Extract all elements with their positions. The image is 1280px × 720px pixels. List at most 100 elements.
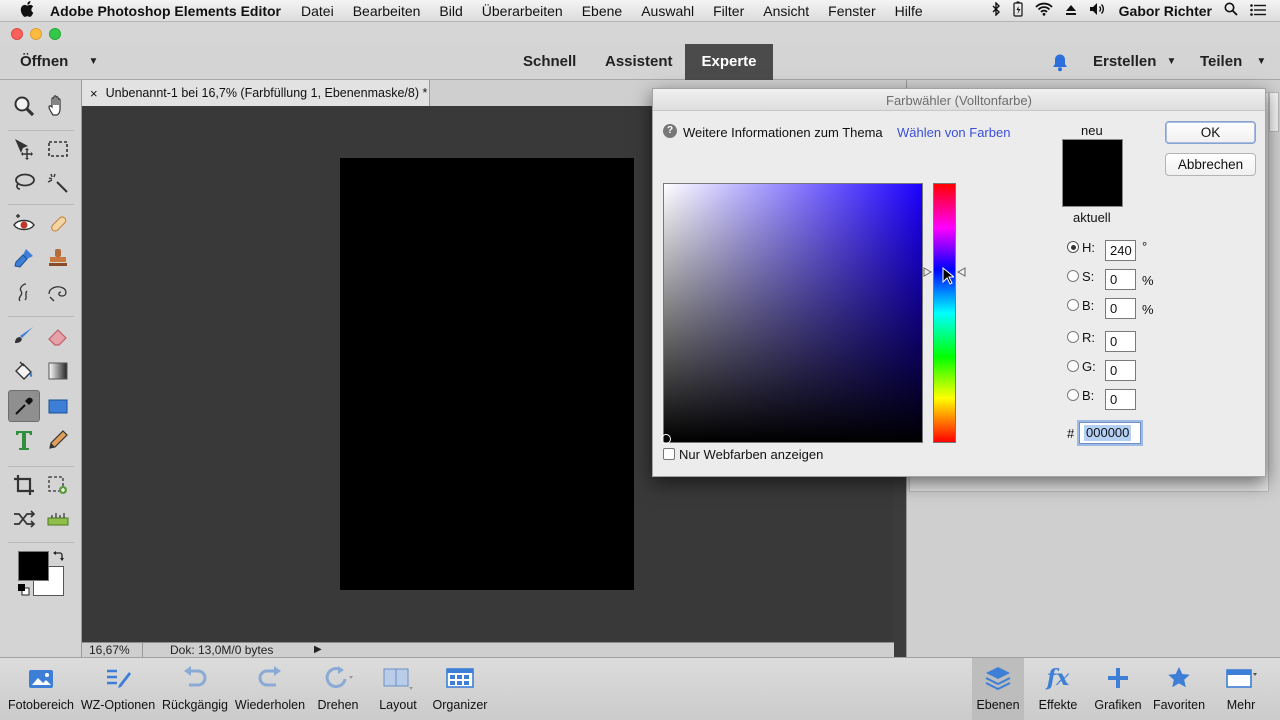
- radio-brightness[interactable]: [1067, 299, 1079, 311]
- hue-slider-right-arrow-icon[interactable]: [956, 265, 966, 280]
- spotlight-search-icon[interactable]: [1224, 2, 1238, 19]
- red-field[interactable]: 0: [1105, 331, 1136, 352]
- webcolors-checkbox[interactable]: [663, 448, 675, 460]
- open-menu-button[interactable]: Öffnen ▼: [20, 44, 98, 80]
- default-colors-icon[interactable]: [17, 583, 30, 599]
- smart-brush-icon[interactable]: [10, 244, 38, 272]
- close-window-button[interactable]: [11, 28, 23, 40]
- app-name-menu[interactable]: Adobe Photoshop Elements Editor: [50, 3, 281, 19]
- notification-center-icon[interactable]: [1250, 3, 1266, 19]
- eraser-tool-icon[interactable]: [44, 322, 72, 350]
- undo-button[interactable]: Rückgängig: [160, 658, 230, 720]
- favorites-panel-button[interactable]: Favoriten: [1150, 658, 1208, 720]
- redo-button[interactable]: Wiederholen: [232, 658, 308, 720]
- panel-scrollbar[interactable]: [1269, 92, 1279, 132]
- clone-stamp-icon[interactable]: [44, 244, 72, 272]
- menu-ansicht[interactable]: Ansicht: [763, 3, 809, 19]
- healing-brush-icon[interactable]: [44, 210, 72, 238]
- color-field-marker[interactable]: [661, 434, 671, 444]
- status-menu-arrow-icon[interactable]: ▶: [314, 644, 322, 655]
- zoom-window-button[interactable]: [49, 28, 61, 40]
- close-tab-icon[interactable]: ×: [90, 86, 98, 101]
- menu-fenster[interactable]: Fenster: [828, 3, 875, 19]
- share-menu-button[interactable]: Teilen ▼: [1200, 44, 1266, 80]
- brightness-field[interactable]: 0: [1105, 298, 1136, 319]
- content-aware-move-icon[interactable]: [10, 505, 38, 533]
- radio-saturation[interactable]: [1067, 270, 1079, 282]
- hex-field[interactable]: 000000: [1079, 422, 1141, 444]
- more-panel-button[interactable]: Mehr: [1214, 658, 1268, 720]
- volume-icon[interactable]: [1089, 2, 1107, 19]
- bluetooth-icon[interactable]: [991, 1, 1001, 19]
- user-name[interactable]: Gabor Richter: [1119, 3, 1212, 19]
- paint-bucket-icon[interactable]: [10, 357, 38, 385]
- rotate-button[interactable]: Drehen: [310, 658, 366, 720]
- radio-blue[interactable]: [1067, 389, 1079, 401]
- battery-icon[interactable]: [1013, 1, 1023, 20]
- document-canvas[interactable]: [340, 158, 634, 590]
- saturation-field[interactable]: 0: [1105, 269, 1136, 290]
- cancel-button[interactable]: Abbrechen: [1165, 153, 1256, 176]
- menu-auswahl[interactable]: Auswahl: [641, 3, 694, 19]
- apple-icon[interactable]: [18, 0, 36, 21]
- zoom-level[interactable]: 16,67%: [89, 643, 130, 657]
- mode-tab-assistent[interactable]: Assistent: [605, 44, 673, 80]
- brush-tool-icon[interactable]: [10, 322, 38, 350]
- tool-options-button[interactable]: WZ-Optionen: [78, 658, 158, 720]
- notification-bell-icon[interactable]: [1051, 53, 1069, 75]
- lasso-tool-icon[interactable]: [10, 169, 38, 197]
- quick-selection-icon[interactable]: [44, 169, 72, 197]
- sponge-tool-icon[interactable]: [44, 278, 72, 306]
- help-icon[interactable]: ?: [663, 124, 677, 138]
- crop-tool-icon[interactable]: [10, 471, 38, 499]
- info-link[interactable]: Wählen von Farben: [897, 125, 1010, 140]
- new-color-label: neu: [1081, 123, 1103, 138]
- recompose-tool-icon[interactable]: [44, 471, 72, 499]
- document-tab[interactable]: × Unbenannt-1 bei 16,7% (Farbfüllung 1, …: [82, 80, 430, 106]
- layers-panel-button[interactable]: Ebenen: [972, 658, 1024, 720]
- menu-filter[interactable]: Filter: [713, 3, 744, 19]
- green-field[interactable]: 0: [1105, 360, 1136, 381]
- zoom-tool-icon[interactable]: [10, 92, 38, 120]
- photo-bin-button[interactable]: Fotobereich: [5, 658, 77, 720]
- swap-colors-icon[interactable]: [52, 550, 64, 565]
- pencil-tool-icon[interactable]: [44, 426, 72, 454]
- shape-tool-icon[interactable]: [44, 392, 72, 420]
- mode-tab-experte[interactable]: Experte: [685, 44, 773, 80]
- effects-panel-button[interactable]: fx Effekte: [1033, 658, 1083, 720]
- minimize-window-button[interactable]: [30, 28, 42, 40]
- graphics-panel-button[interactable]: Grafiken: [1090, 658, 1146, 720]
- gradient-tool-icon[interactable]: [44, 357, 72, 385]
- menu-bearbeiten[interactable]: Bearbeiten: [353, 3, 421, 19]
- foreground-color-swatch[interactable]: [18, 551, 49, 581]
- hue-slider[interactable]: [933, 183, 956, 443]
- create-menu-button[interactable]: Erstellen ▼: [1093, 44, 1176, 80]
- ok-button[interactable]: OK: [1165, 121, 1256, 144]
- hue-field[interactable]: 240: [1105, 240, 1136, 261]
- webcolors-label[interactable]: Nur Webfarben anzeigen: [679, 447, 823, 462]
- eject-icon[interactable]: [1065, 3, 1077, 19]
- move-tool-icon[interactable]: [10, 135, 38, 163]
- organizer-button[interactable]: Organizer: [428, 658, 492, 720]
- radio-green[interactable]: [1067, 360, 1079, 372]
- rectangular-marquee-icon[interactable]: [44, 135, 72, 163]
- menu-ebene[interactable]: Ebene: [582, 3, 622, 19]
- layout-button[interactable]: Layout: [370, 658, 426, 720]
- menu-hilfe[interactable]: Hilfe: [895, 3, 923, 19]
- wifi-icon[interactable]: [1034, 2, 1053, 19]
- blue-field[interactable]: 0: [1105, 389, 1136, 410]
- radio-red[interactable]: [1067, 331, 1079, 343]
- straighten-tool-icon[interactable]: [44, 505, 72, 533]
- color-field[interactable]: [663, 183, 923, 443]
- radio-hue[interactable]: [1067, 241, 1079, 253]
- menu-ueberarbeiten[interactable]: Überarbeiten: [482, 3, 563, 19]
- red-eye-tool-icon[interactable]: [10, 210, 38, 238]
- eyedropper-tool-icon[interactable]: [8, 390, 40, 422]
- blur-tool-icon[interactable]: [10, 278, 38, 306]
- menu-bild[interactable]: Bild: [439, 3, 462, 19]
- menu-datei[interactable]: Datei: [301, 3, 334, 19]
- mode-tab-schnell[interactable]: Schnell: [523, 44, 576, 80]
- hand-tool-icon[interactable]: [44, 92, 72, 120]
- text-tool-icon[interactable]: [10, 426, 38, 454]
- hue-slider-left-arrow-icon[interactable]: [923, 265, 933, 280]
